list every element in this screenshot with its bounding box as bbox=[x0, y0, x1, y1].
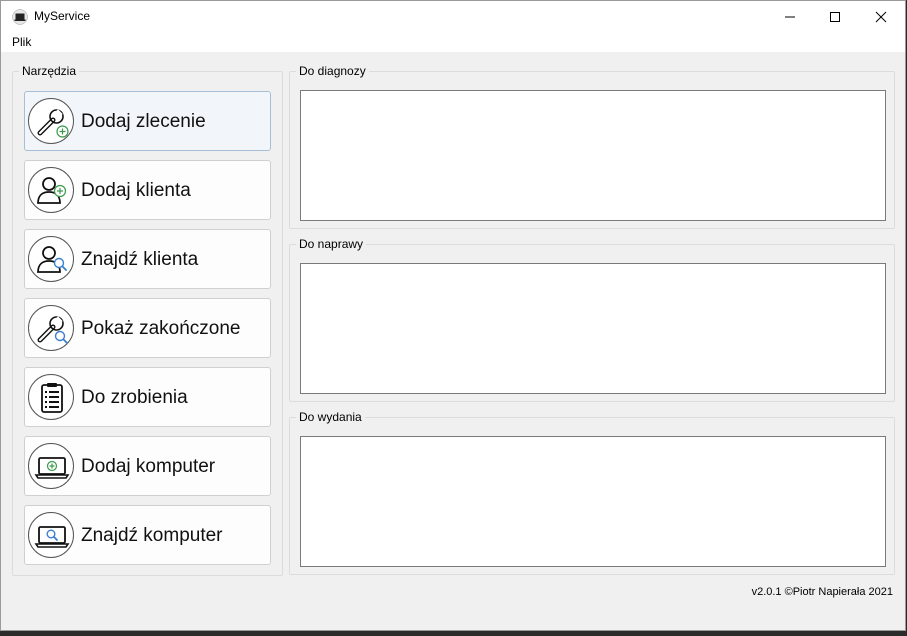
close-button[interactable] bbox=[858, 1, 904, 32]
add-computer-label: Dodaj komputer bbox=[81, 456, 216, 477]
minimize-button[interactable] bbox=[767, 1, 813, 32]
minimize-icon bbox=[785, 16, 795, 17]
show-completed-label: Pokaż zakończone bbox=[81, 318, 241, 339]
repair-list[interactable] bbox=[300, 263, 886, 394]
diagnosis-list[interactable] bbox=[300, 90, 886, 221]
release-group: Do wydania bbox=[289, 410, 895, 575]
user-search-icon bbox=[28, 236, 74, 282]
close-icon bbox=[875, 11, 887, 22]
repair-group-title: Do naprawy bbox=[296, 237, 367, 251]
wrench-search-icon bbox=[28, 305, 74, 351]
to-do-label: Do zrobienia bbox=[81, 387, 188, 408]
add-client-button[interactable]: Dodaj klienta bbox=[24, 160, 271, 220]
app-icon bbox=[12, 9, 28, 25]
release-group-title: Do wydania bbox=[296, 410, 365, 424]
add-order-button[interactable]: Dodaj zlecenie bbox=[24, 91, 271, 151]
to-do-button[interactable]: Do zrobienia bbox=[24, 367, 271, 427]
diagnosis-group-title: Do diagnozy bbox=[296, 64, 369, 78]
laptop-add-icon bbox=[28, 443, 74, 489]
window-title: MyService bbox=[34, 9, 91, 23]
tools-group-title: Narzędzia bbox=[19, 64, 80, 78]
laptop-search-icon bbox=[28, 512, 74, 558]
version-footer: v2.0.1 ©Piotr Napierała 2021 bbox=[751, 586, 893, 598]
menu-item-plik[interactable]: Plik bbox=[12, 35, 31, 49]
show-completed-button[interactable]: Pokaż zakończone bbox=[24, 298, 271, 358]
clipboard-list-icon bbox=[28, 374, 74, 420]
find-computer-button[interactable]: Znajdź komputer bbox=[24, 505, 271, 565]
diagnosis-group: Do diagnozy bbox=[289, 64, 895, 229]
release-list[interactable] bbox=[300, 436, 886, 567]
find-client-button[interactable]: Znajdź klienta bbox=[24, 229, 271, 289]
add-order-label: Dodaj zlecenie bbox=[81, 111, 206, 132]
find-client-label: Znajdź klienta bbox=[81, 249, 199, 270]
main-window: MyService Plik Narzędzia Dodaj zlecenie … bbox=[0, 0, 906, 631]
repair-group: Do naprawy bbox=[289, 237, 895, 402]
maximize-icon bbox=[830, 11, 840, 22]
maximize-button[interactable] bbox=[812, 1, 858, 32]
wrench-add-icon bbox=[28, 98, 74, 144]
menu-bar: Plik bbox=[1, 32, 905, 52]
add-computer-button[interactable]: Dodaj komputer bbox=[24, 436, 271, 496]
add-client-label: Dodaj klienta bbox=[81, 180, 191, 201]
find-computer-label: Znajdź komputer bbox=[81, 525, 223, 546]
tools-group: Narzędzia Dodaj zlecenie Dodaj klienta Z… bbox=[12, 64, 283, 576]
title-bar: MyService bbox=[1, 1, 905, 32]
user-add-icon bbox=[28, 167, 74, 213]
